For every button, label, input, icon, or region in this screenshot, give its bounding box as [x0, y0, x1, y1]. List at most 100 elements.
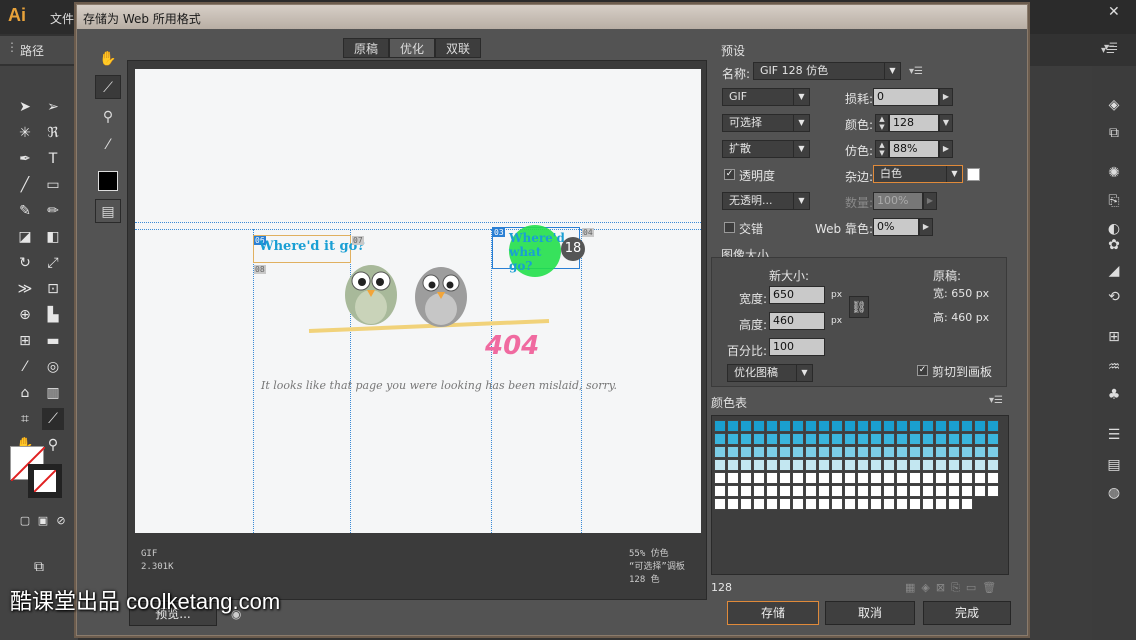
shape-builder-icon[interactable]: ⊕	[14, 304, 36, 326]
color-swatch[interactable]	[844, 485, 856, 497]
panel-menu-icon[interactable]: ▾☰	[1104, 42, 1118, 53]
color-swatch[interactable]	[740, 420, 752, 432]
color-swatch[interactable]	[961, 433, 973, 445]
color-swatch[interactable]	[857, 459, 869, 471]
color-swatch[interactable]	[831, 485, 843, 497]
color-swatch[interactable]	[766, 472, 778, 484]
color-swatch[interactable]	[727, 446, 739, 458]
cancel-button[interactable]: 取消	[825, 601, 915, 625]
color-swatch[interactable]	[870, 433, 882, 445]
gradient-panel-icon[interactable]: ▤	[1103, 454, 1125, 476]
color-swatch[interactable]	[961, 472, 973, 484]
appearance-icon[interactable]: ✺	[1103, 162, 1125, 184]
color-swatch[interactable]	[740, 459, 752, 471]
layers-icon[interactable]: ◈	[1103, 94, 1125, 116]
color-swatch[interactable]	[792, 485, 804, 497]
align-icon[interactable]: ☰	[1103, 424, 1125, 446]
color-swatch[interactable]	[870, 420, 882, 432]
color-swatch[interactable]	[805, 446, 817, 458]
symbols-icon[interactable]: ♣	[1103, 384, 1125, 406]
color-table-grid[interactable]	[711, 415, 1009, 575]
color-swatch[interactable]	[805, 420, 817, 432]
color-swatch[interactable]	[753, 459, 765, 471]
color-swatch[interactable]	[935, 459, 947, 471]
color-swatch[interactable]	[792, 498, 804, 510]
color-swatch[interactable]	[766, 420, 778, 432]
color-swatch[interactable]	[896, 433, 908, 445]
magic-wand-icon[interactable]: ✳	[14, 122, 36, 144]
color-swatch[interactable]	[922, 472, 934, 484]
pen-tool-icon[interactable]: ✒	[14, 148, 36, 170]
colortable-actions-icons[interactable]: ▦◈⊠⎘▭🗑	[905, 581, 1002, 595]
color-swatch[interactable]	[727, 498, 739, 510]
color-swatch[interactable]	[909, 485, 921, 497]
pencil-icon[interactable]: ✏	[42, 200, 64, 222]
color-swatch[interactable]	[961, 420, 973, 432]
screen-mode-icon[interactable]: ⧉	[28, 556, 50, 578]
dither-stepper-icon[interactable]: ▲ ▼	[875, 140, 889, 158]
color-swatch[interactable]	[883, 498, 895, 510]
color-swatch[interactable]	[805, 498, 817, 510]
dither-input[interactable]: 88%	[889, 140, 939, 158]
gradient-tool-icon[interactable]: ▬	[42, 330, 64, 352]
color-swatch[interactable]	[818, 433, 830, 445]
color-swatch[interactable]	[974, 446, 986, 458]
color-swatch[interactable]	[844, 420, 856, 432]
color-swatch[interactable]	[740, 472, 752, 484]
line-tool-icon[interactable]: ╱	[14, 174, 36, 196]
color-swatch[interactable]	[896, 420, 908, 432]
color-swatch[interactable]	[740, 433, 752, 445]
color-swatch[interactable]	[974, 420, 986, 432]
color-swatch[interactable]	[935, 420, 947, 432]
color-swatch[interactable]	[818, 459, 830, 471]
color-swatch[interactable]	[974, 433, 986, 445]
color-swatch[interactable]	[740, 498, 752, 510]
color-swatch[interactable]	[857, 446, 869, 458]
app-close-icon[interactable]: ✕	[1108, 4, 1120, 20]
color-swatch[interactable]	[779, 472, 791, 484]
color-swatch[interactable]	[844, 433, 856, 445]
type-tool-icon[interactable]: T	[42, 148, 64, 170]
brushes-icon[interactable]: ♒	[1103, 356, 1125, 378]
color-swatch[interactable]	[792, 420, 804, 432]
color-swatch[interactable]	[857, 498, 869, 510]
color-swatch[interactable]	[883, 472, 895, 484]
artboard-tool-icon[interactable]: ⌗	[14, 408, 36, 430]
color-swatch[interactable]	[909, 433, 921, 445]
mesh-tool-icon[interactable]: ⊞	[14, 330, 36, 352]
color-swatch[interactable]	[948, 485, 960, 497]
eraser-icon[interactable]: ◧	[42, 226, 64, 248]
loss-slider-arrow-icon[interactable]: ▶	[939, 88, 953, 106]
tab-2up[interactable]: 双联	[435, 38, 481, 58]
preset-options-icon[interactable]: ▾☰	[909, 66, 923, 77]
color-swatch[interactable]	[974, 459, 986, 471]
slice-select-icon[interactable]: ⟋	[95, 75, 121, 99]
zoom-tool-icon[interactable]: ⚲	[42, 434, 64, 456]
color-swatch[interactable]	[909, 459, 921, 471]
color-swatch[interactable]	[896, 498, 908, 510]
pathfinder-icon[interactable]: ◍	[1103, 482, 1125, 504]
color-swatch[interactable]	[818, 498, 830, 510]
color-swatch[interactable]	[987, 446, 999, 458]
color-swatch[interactable]	[714, 446, 726, 458]
color-swatch[interactable]	[948, 420, 960, 432]
free-transform-icon[interactable]: ⊡	[42, 278, 64, 300]
color-swatch[interactable]	[922, 433, 934, 445]
eyedropper-icon[interactable]: ⁄	[95, 133, 121, 157]
color-swatch[interactable]	[766, 498, 778, 510]
color-swatch[interactable]	[935, 498, 947, 510]
color-swatch[interactable]	[818, 472, 830, 484]
menu-file[interactable]: 文件	[50, 10, 74, 27]
chart-tool-icon[interactable]: ▙	[42, 304, 64, 326]
color-swatch[interactable]	[948, 472, 960, 484]
colors-stepper-icon[interactable]: ▲ ▼	[875, 114, 889, 132]
color-swatch[interactable]	[727, 472, 739, 484]
rotate-tool-icon[interactable]: ↻	[14, 252, 36, 274]
color-swatch[interactable]	[909, 472, 921, 484]
dialog-titlebar[interactable]: 存储为 Web 所用格式	[77, 5, 1027, 29]
color-swatch[interactable]	[935, 446, 947, 458]
symbol-sprayer-icon[interactable]: ⌂	[14, 382, 36, 404]
eyedropper-color-swatch[interactable]	[98, 171, 118, 191]
colors-input[interactable]: 128	[889, 114, 939, 132]
clip-to-artboard-checkbox[interactable]: ✓	[917, 365, 928, 376]
